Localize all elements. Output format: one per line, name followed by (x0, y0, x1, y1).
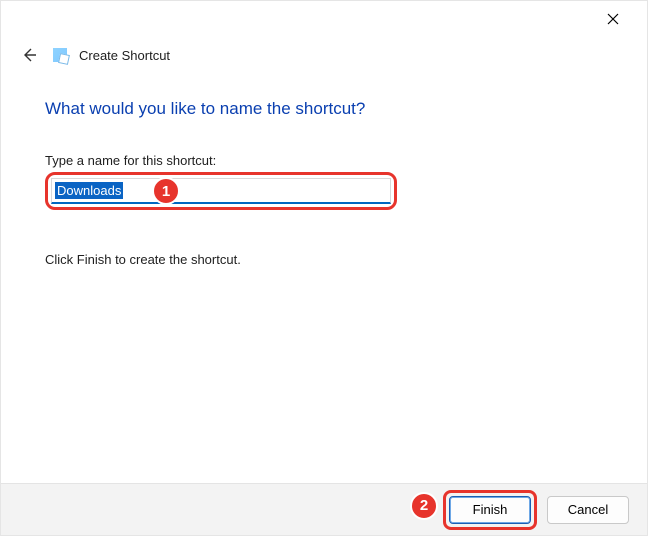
finish-button[interactable]: Finish (449, 496, 531, 524)
wizard-header: Create Shortcut (1, 37, 647, 69)
wizard-title: Create Shortcut (79, 48, 170, 63)
title-bar (1, 1, 647, 37)
callout-1: Downloads 1 (45, 172, 397, 210)
close-icon[interactable] (595, 5, 631, 33)
callout-2: 2 Finish (443, 490, 537, 530)
shortcut-wizard-icon (53, 48, 67, 62)
back-arrow-icon[interactable] (21, 47, 41, 63)
cancel-button[interactable]: Cancel (547, 496, 629, 524)
input-label: Type a name for this shortcut: (45, 153, 603, 168)
wizard-footer: 2 Finish Cancel (1, 483, 647, 535)
wizard-content: What would you like to name the shortcut… (1, 69, 647, 267)
annotation-badge-2: 2 (410, 492, 438, 520)
hint-text: Click Finish to create the shortcut. (45, 252, 603, 267)
annotation-badge-1: 1 (152, 177, 180, 205)
page-heading: What would you like to name the shortcut… (45, 99, 603, 119)
shortcut-name-input[interactable] (51, 178, 391, 204)
